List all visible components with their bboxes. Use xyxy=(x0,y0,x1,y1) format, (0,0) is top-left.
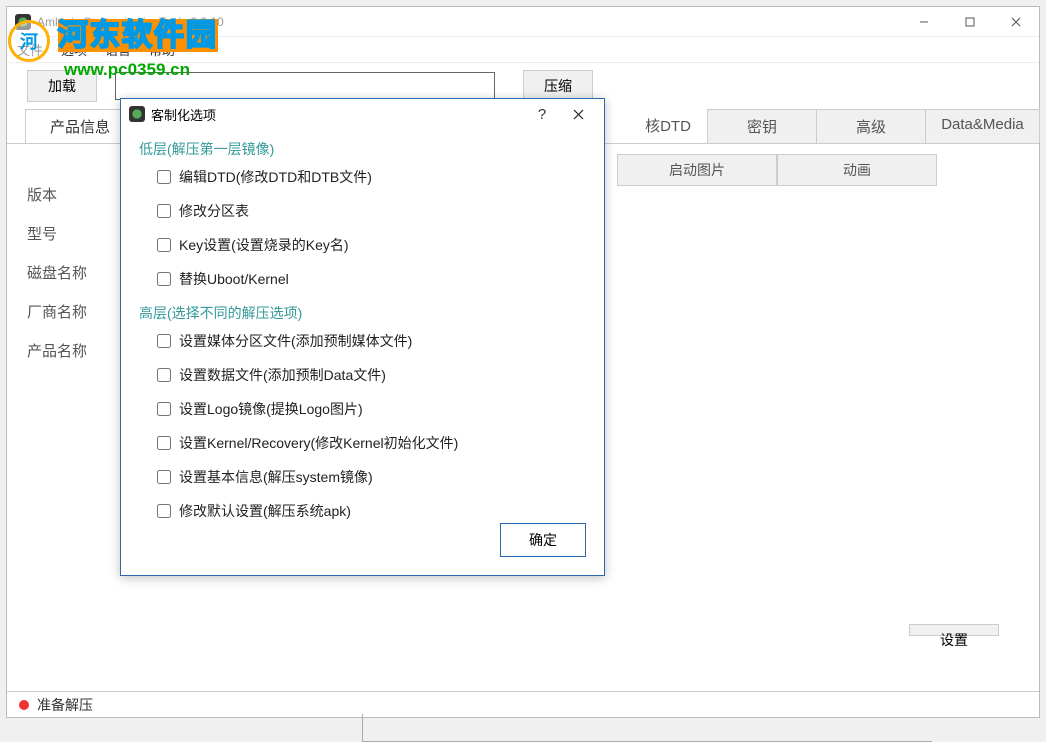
dialog-body: 低层(解压第一层镜像) 编辑DTD(修改DTD和DTB文件) 修改分区表 Key… xyxy=(121,129,604,541)
checkbox[interactable] xyxy=(157,470,171,484)
chk-label: 设置基本信息(解压system镜像) xyxy=(179,467,373,487)
checkbox[interactable] xyxy=(157,238,171,252)
chk-label: 设置媒体分区文件(添加预制媒体文件) xyxy=(179,331,412,351)
chk-key-settings[interactable]: Key设置(设置烧录的Key名) xyxy=(157,235,586,255)
customization-dialog: 客制化选项 ? 低层(解压第一层镜像) 编辑DTD(修改DTD和DTB文件) 修… xyxy=(120,98,605,576)
chk-label: 修改分区表 xyxy=(179,201,249,221)
chk-data-files[interactable]: 设置数据文件(添加预制Data文件) xyxy=(157,365,586,385)
tab-data-media[interactable]: Data&Media xyxy=(925,109,1040,143)
menubar: 文件 选项 语言 帮助 xyxy=(7,37,1039,63)
status-bar: 准备解压 xyxy=(7,691,1039,717)
checkbox[interactable] xyxy=(157,334,171,348)
label-disk-name: 磁盘名称 xyxy=(27,262,87,283)
group-high-label: 高层(选择不同的解压选项) xyxy=(139,303,586,323)
chk-kernel-recovery[interactable]: 设置Kernel/Recovery(修改Kernel初始化文件) xyxy=(157,433,586,453)
tab-product-info[interactable]: 产品信息 xyxy=(25,109,135,143)
preview-panel xyxy=(362,714,932,742)
load-button[interactable]: 加载 xyxy=(27,70,97,102)
dialog-title: 客制化选项 xyxy=(151,105,216,124)
sub-tab-boot-image[interactable]: 启动图片 xyxy=(617,154,777,186)
dialog-titlebar: 客制化选项 ? xyxy=(121,99,604,129)
menu-language[interactable]: 语言 xyxy=(105,40,131,59)
label-model: 型号 xyxy=(27,223,87,244)
checkbox[interactable] xyxy=(157,402,171,416)
dialog-help-button[interactable]: ? xyxy=(524,100,560,128)
chk-label: 编辑DTD(修改DTD和DTB文件) xyxy=(179,167,372,187)
path-input-wrapper xyxy=(115,72,495,100)
menu-help[interactable]: 帮助 xyxy=(149,40,175,59)
chk-label: 修改默认设置(解压系统apk) xyxy=(179,501,351,521)
chk-label: 设置数据文件(添加预制Data文件) xyxy=(179,365,386,385)
window-title: Amlogic CustomizationTool v2.0.10 xyxy=(37,15,224,29)
label-product: 产品名称 xyxy=(27,340,87,361)
chk-label: 设置Logo镜像(提换Logo图片) xyxy=(179,399,363,419)
menu-options[interactable]: 选项 xyxy=(61,40,87,59)
chk-edit-dtd[interactable]: 编辑DTD(修改DTD和DTB文件) xyxy=(157,167,586,187)
close-button[interactable] xyxy=(993,7,1039,37)
chk-label: Key设置(设置烧录的Key名) xyxy=(179,235,349,255)
dialog-app-icon xyxy=(129,106,145,122)
status-text: 准备解压 xyxy=(37,695,93,715)
group-low-label: 低层(解压第一层镜像) xyxy=(139,139,586,159)
menu-file[interactable]: 文件 xyxy=(17,40,43,59)
checkbox[interactable] xyxy=(157,272,171,286)
chk-label: 替换Uboot/Kernel xyxy=(179,269,289,289)
maximize-button[interactable] xyxy=(947,7,993,37)
tab-kernel-dtd[interactable]: 核DTD xyxy=(628,109,708,143)
chk-media-partition[interactable]: 设置媒体分区文件(添加预制媒体文件) xyxy=(157,331,586,351)
path-input[interactable] xyxy=(116,73,494,99)
chk-label: 设置Kernel/Recovery(修改Kernel初始化文件) xyxy=(179,433,458,453)
checkbox[interactable] xyxy=(157,436,171,450)
form-labels: 版本 型号 磁盘名称 厂商名称 产品名称 xyxy=(27,184,87,361)
status-indicator-icon xyxy=(19,700,29,710)
label-vendor: 厂商名称 xyxy=(27,301,87,322)
chk-basic-info[interactable]: 设置基本信息(解压system镜像) xyxy=(157,467,586,487)
sub-tabs: 启动图片 动画 xyxy=(617,154,937,186)
label-version: 版本 xyxy=(27,184,87,205)
settings-button[interactable]: 设置 xyxy=(909,624,999,636)
dialog-close-button[interactable] xyxy=(560,100,596,128)
titlebar: Amlogic CustomizationTool v2.0.10 xyxy=(7,7,1039,37)
checkbox[interactable] xyxy=(157,504,171,518)
sub-tab-animation[interactable]: 动画 xyxy=(777,154,937,186)
chk-default-settings[interactable]: 修改默认设置(解压系统apk) xyxy=(157,501,586,521)
dialog-ok-button[interactable]: 确定 xyxy=(500,523,586,557)
checkbox[interactable] xyxy=(157,204,171,218)
chk-logo-image[interactable]: 设置Logo镜像(提换Logo图片) xyxy=(157,399,586,419)
checkbox[interactable] xyxy=(157,368,171,382)
chk-replace-uboot[interactable]: 替换Uboot/Kernel xyxy=(157,269,586,289)
app-icon xyxy=(15,14,31,30)
tab-key[interactable]: 密钥 xyxy=(707,109,817,143)
chk-modify-partition[interactable]: 修改分区表 xyxy=(157,201,586,221)
minimize-button[interactable] xyxy=(901,7,947,37)
tab-advanced[interactable]: 高级 xyxy=(816,109,926,143)
checkbox[interactable] xyxy=(157,170,171,184)
